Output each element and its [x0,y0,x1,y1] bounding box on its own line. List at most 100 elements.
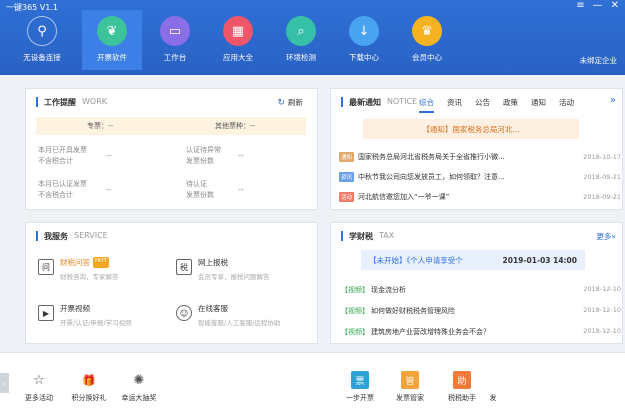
main-nav: ⚲ 无设备连接 ❦ 开票软件 ▭ 工作台 ▦ 应用大全 ⌕ 环境检测 ↓ 下载中… [12,10,460,70]
notice-badge: 活动 [339,192,355,202]
stat-label: 本月已开具发票 [38,146,87,154]
notice-text: 中秋节我公司向您发放员工，如何领取？注意... [358,173,505,181]
quick-invoice-button[interactable]: 票 一步开票 [335,371,385,403]
vip-icon: ♛ [412,16,442,46]
tab-notice[interactable]: 通知 [531,97,546,113]
qa-icon: 问 [38,259,54,275]
grid-icon: ▦ [223,16,253,46]
service-tax-report[interactable]: 税 网上报税 会员专享，报税问题解答 [176,257,270,281]
nav-label: 开票软件 [97,53,127,62]
invoice-icon: 票 [351,371,369,389]
tab-announcement[interactable]: 公告 [475,97,490,113]
usb-icon: ⚲ [27,16,57,46]
tab-general[interactable]: 综合 [419,97,434,113]
nav-invoice-software[interactable]: ❦ 开票软件 [82,10,142,70]
nav-label: 应用大全 [223,53,253,62]
refresh-button[interactable]: ↻ 刷新 [277,97,303,108]
tax-row[interactable]: 【视频】 如何做好财税税务管理风险 2018-12-10 [341,306,621,316]
title-bar [36,231,38,241]
tax-text: 建筑房地产业营改增特殊业务会不会？ [371,328,490,336]
company-status[interactable]: 未绑定企业 [580,55,618,66]
nav-workbench[interactable]: ▭ 工作台 [145,10,205,70]
stat-value: -- [238,185,244,194]
tax-category: 【视频】 [341,328,369,336]
service-panel: 我服务 SERVICE 问 财税问答 HOT 财税咨询，专家解答 税 网上报税 会… [25,222,318,344]
tax-row[interactable]: 【视频】 建筑房地产业营改增特殊业务会不会？ 2018-12-10 [341,327,621,337]
minimize-icon[interactable]: — [593,0,603,11]
tab-news[interactable]: 资讯 [447,97,462,113]
title-bar [341,231,343,241]
close-icon[interactable]: ✕ [611,0,619,11]
bottom-label: 一步开票 [346,394,374,402]
tax-text: 如何做好财税税务管理风险 [371,307,455,315]
tax-live-banner[interactable]: 【未开始】《个人申请享受个 2019-01-03 14:00 [361,250,585,270]
stat-label: 认证待异常 [186,146,221,154]
tax-panel: 学财税 TAX 更多» 【未开始】《个人申请享受个 2019-01-03 14:… [330,222,623,344]
service-desc: 开票/认证/申报/学习视频 [60,319,132,327]
top-header: 一键365 V1.1 ≡ — ✕ ⚲ 无设备连接 ❦ 开票软件 ▭ 工作台 ▦ … [0,0,625,75]
chevron-right-icon[interactable]: » [610,95,616,106]
tab-activity[interactable]: 活动 [559,97,574,113]
tax-date: 2018-12-10 [583,285,621,293]
work-title-en: WORK [82,97,108,106]
stat-issued: 本月已开具发票 不含税合计 [38,145,87,167]
assistant-icon: 助 [453,371,471,389]
refresh-icon: ↻ [277,97,285,108]
menu-icon[interactable]: ≡ [576,0,584,11]
stat-value: -- [238,151,244,160]
title-bar [36,97,38,107]
nav-download[interactable]: ↓ 下载中心 [334,10,394,70]
service-video[interactable]: ▶ 开票视频 开票/认证/申报/学习视频 [38,303,132,327]
notice-title-text: 最新通知 [349,98,381,107]
monitor-icon: ▭ [160,16,190,46]
tax-category: 【视频】 [341,307,369,315]
points-gift-button[interactable]: 🎁 积分换好礼 [64,371,114,403]
more-tools-button[interactable]: 发 [478,371,508,403]
service-online-support[interactable]: ☺ 在线客服 智能客服/人工客服/远程协助 [176,303,280,327]
more-icon [484,371,502,389]
notice-banner[interactable]: 【通知】国家税务总局河北... [363,119,579,139]
bottom-label: 税税助手 [448,394,476,402]
nav-label: 无设备连接 [23,53,61,62]
more-activities-button[interactable]: ☆ 更多活动 [14,371,64,403]
nav-label: 下载中心 [349,53,379,62]
other-ticket: 其他票种：-- [214,122,256,130]
notice-panel: 最新通知 NOTICE 综合 资讯 公告 政策 通知 活动 » 【通知】国家税务… [330,88,623,210]
nav-device[interactable]: ⚲ 无设备连接 [12,10,72,70]
stat-value: -- [106,151,112,160]
stat-sublabel: 不含税合计 [38,157,73,165]
ticket-type-bar: 专票：-- 其他票种：-- [36,117,306,135]
lucky-draw-button[interactable]: ✺ 幸运大抽奖 [114,371,164,403]
service-qa[interactable]: 问 财税问答 HOT 财税咨询，专家解答 [38,257,119,281]
title-bar [341,97,343,107]
notice-row[interactable]: 通知 国家税务总局河北省税务局关于全省推行小微... 2018-10-17 [339,152,621,162]
tax-category: 【视频】 [341,286,369,294]
stat-pending: 待认证 发票份数 [186,179,214,201]
notice-row[interactable]: 活动 河北航信邀您加入“一爷一课” 2018-09-21 [339,192,621,202]
invoice-manager-button[interactable]: 管 发票管家 [385,371,435,403]
service-name: 开票视频 [60,304,90,313]
notice-date: 2018-09-21 [583,173,621,181]
nav-env-check[interactable]: ⌕ 环境检测 [271,10,331,70]
manager-icon: 管 [401,371,419,389]
tax-row[interactable]: 【视频】 现金流分析 2018-12-10 [341,285,621,295]
tax-title-en: TAX [379,231,395,240]
service-name: 网上报税 [198,258,228,267]
nav-apps[interactable]: ▦ 应用大全 [208,10,268,70]
service-title: 我服务 SERVICE [36,231,108,242]
tax-text: 现金流分析 [371,286,406,294]
nav-vip[interactable]: ♛ 会员中心 [397,10,457,70]
notice-badge: 资讯 [339,172,355,182]
collapse-arrow-icon[interactable]: › [0,373,9,393]
stat-value: -- [106,185,112,194]
more-link[interactable]: 更多» [596,231,616,242]
star-icon: ☆ [33,372,45,388]
service-desc: 财税咨询，专家解答 [60,273,119,281]
tax-title-text: 学财税 [349,232,373,241]
live-time: 2019-01-03 14:00 [502,255,577,265]
customer-service-icon: ☺ [176,305,192,321]
notice-row[interactable]: 资讯 中秋节我公司向您发放员工，如何领取？注意... 2018-09-21 [339,172,621,182]
bottom-label: 幸运大抽奖 [121,394,157,402]
bottom-label: 更多活动 [25,394,53,402]
tab-policy[interactable]: 政策 [503,97,518,113]
